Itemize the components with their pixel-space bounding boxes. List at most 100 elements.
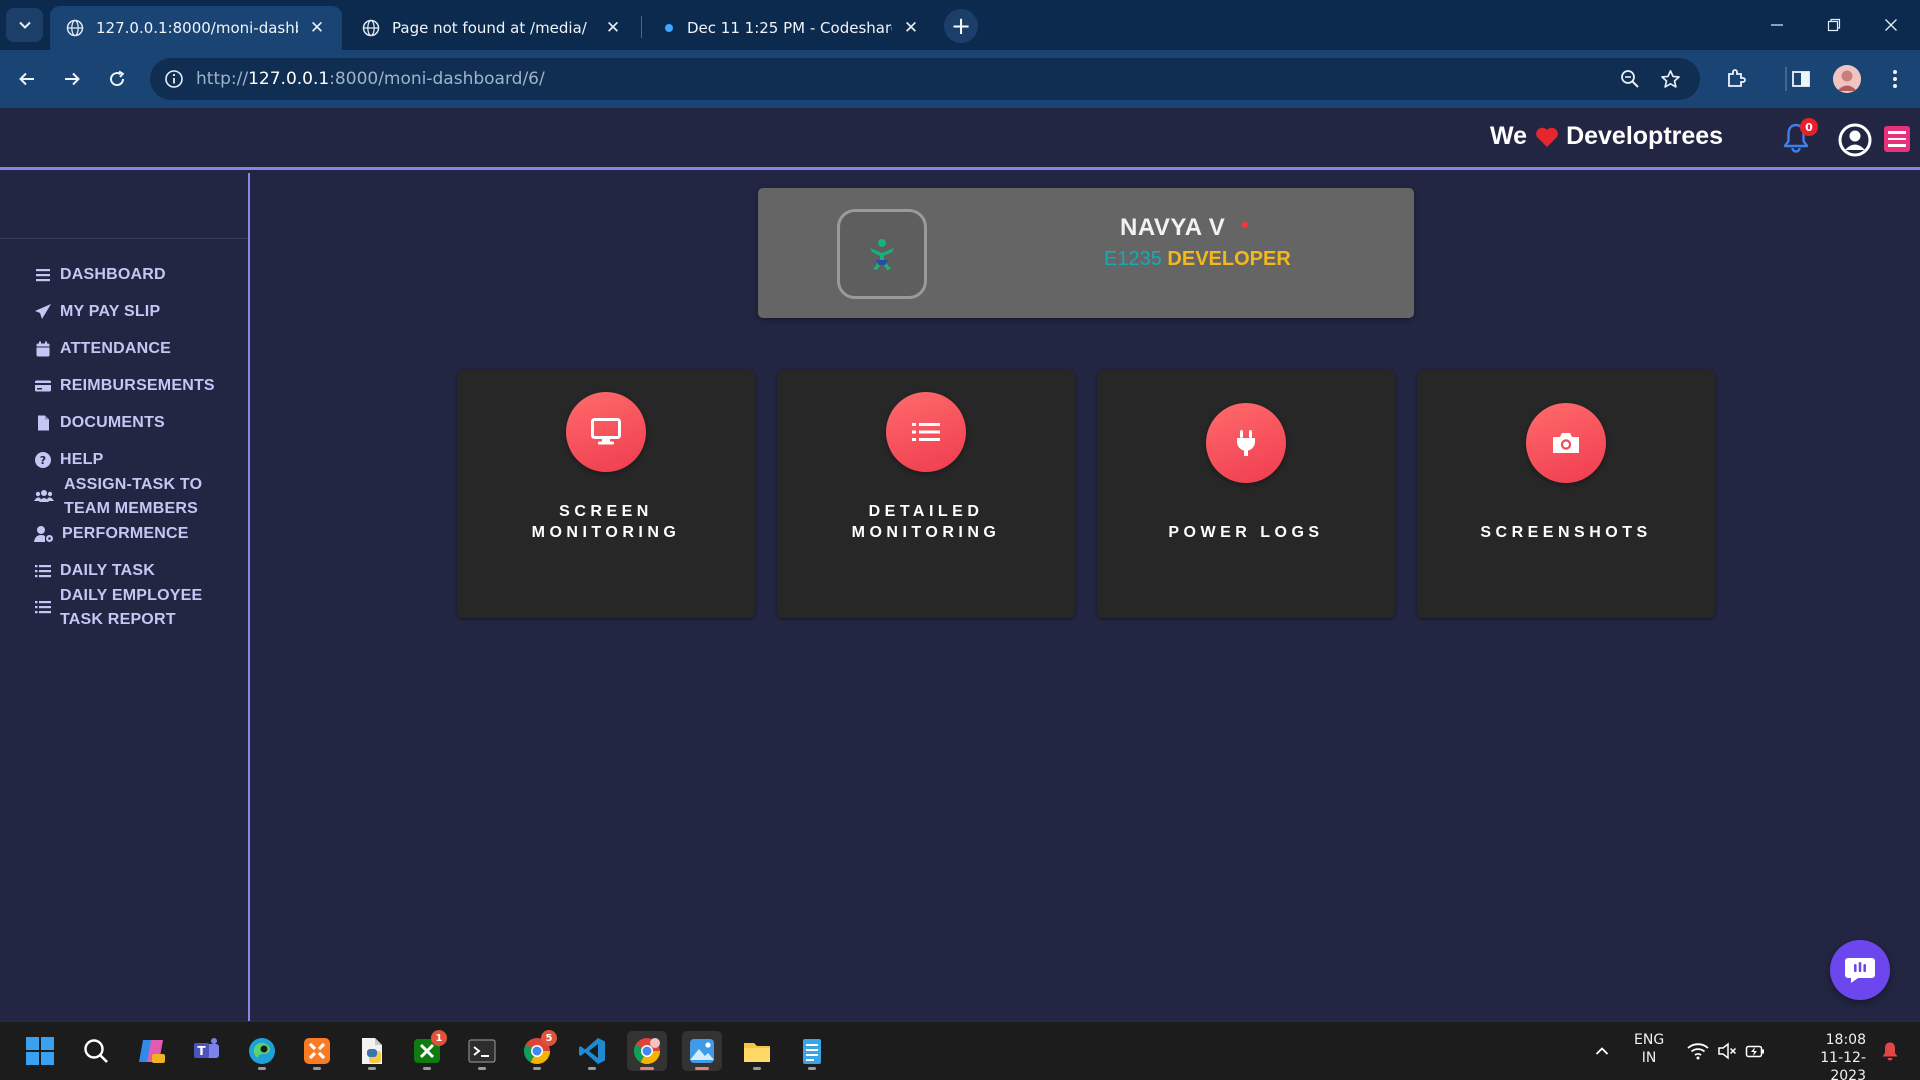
clock[interactable]: 18:08 11-12-2023 xyxy=(1786,1031,1866,1080)
taskbar-edge-app[interactable] xyxy=(242,1031,282,1071)
notification-center-button[interactable] xyxy=(1874,1031,1906,1071)
tab-search-button[interactable] xyxy=(6,8,43,42)
sidebar-item-attendance[interactable]: ATTENDANCE xyxy=(34,337,171,361)
sidebar-item-label: ATTENDANCE xyxy=(60,340,172,357)
employee-avatar xyxy=(837,209,927,299)
minimize-button[interactable] xyxy=(1754,8,1800,42)
running-indicator xyxy=(753,1067,761,1070)
chevron-down-icon xyxy=(18,21,31,29)
screen-monitoring-card[interactable]: SCREEN MONITORING xyxy=(457,370,755,618)
close-window-button[interactable] xyxy=(1868,8,1914,42)
power-logs-card[interactable]: POWER LOGS xyxy=(1097,370,1395,618)
tab-title: Page not found at /media/ xyxy=(392,19,587,37)
taskbar-photos-app[interactable] xyxy=(682,1031,722,1071)
plus-icon: + xyxy=(950,12,972,40)
region-code: IN xyxy=(1641,1050,1657,1066)
taskbar-vscode-app[interactable] xyxy=(572,1031,612,1071)
taskbar-notepad-app[interactable] xyxy=(792,1031,832,1071)
brand-we-text: We xyxy=(1490,122,1528,150)
url-host: 127.0.0.1 xyxy=(248,69,330,89)
browser-profile-avatar[interactable] xyxy=(1833,65,1861,93)
taskbar-teams-app[interactable]: T xyxy=(187,1031,227,1071)
running-indicator xyxy=(695,1067,709,1070)
close-icon xyxy=(1885,19,1897,31)
terminal-icon xyxy=(468,1039,496,1063)
close-icon[interactable]: ✕ xyxy=(900,17,922,39)
browser-tab[interactable]: Page not found at /media/ ✕ xyxy=(346,6,638,50)
taskbar-terminal-app[interactable] xyxy=(462,1031,502,1071)
bookmark-star-icon[interactable] xyxy=(1658,67,1682,91)
chat-button[interactable] xyxy=(1830,940,1890,1000)
windows-logo-icon xyxy=(26,1037,54,1065)
taskbar-search-button[interactable] xyxy=(76,1031,116,1071)
site-info-icon[interactable] xyxy=(162,67,186,91)
url-text[interactable]: http://127.0.0.1:8000/moni-dashboard/6/ xyxy=(196,69,545,89)
card-icon-circle xyxy=(566,392,646,472)
sidebar-item-pay-slip[interactable]: MY PAY SLIP xyxy=(34,300,160,324)
brand-name-text: Developtrees xyxy=(1566,122,1724,150)
bell-icon xyxy=(1882,1042,1898,1061)
taskbar-python-file-app[interactable] xyxy=(352,1031,392,1071)
close-icon[interactable]: ✕ xyxy=(306,17,328,39)
zoom-icon[interactable] xyxy=(1618,67,1642,91)
browser-tab-active[interactable]: 127.0.0.1:8000/moni-dashboard/6/ ✕ xyxy=(50,6,342,50)
sidebar-item-daily-employee-report[interactable]: DAILY EMPLOYEE TASK REPORT xyxy=(34,584,202,632)
show-hidden-icons-button[interactable] xyxy=(1582,1031,1622,1071)
address-bar[interactable]: http://127.0.0.1:8000/moni-dashboard/6/ xyxy=(150,58,1700,100)
chat-bubble-icon xyxy=(1845,958,1875,983)
hamburger-menu-icon[interactable] xyxy=(1884,126,1910,152)
photos-icon xyxy=(690,1039,714,1063)
sidebar-item-reimbursements[interactable]: REIMBURSEMENTS xyxy=(34,374,215,398)
sidebar-item-documents[interactable]: DOCUMENTS xyxy=(34,411,165,435)
detailed-monitoring-card[interactable]: DETAILED MONITORING xyxy=(777,370,1075,618)
credit-card-icon xyxy=(35,380,51,392)
new-tab-button[interactable]: + xyxy=(944,9,978,43)
file-icon xyxy=(38,415,49,431)
taskbar-chrome-app[interactable]: 5 xyxy=(517,1030,557,1071)
restore-button[interactable] xyxy=(1811,8,1857,42)
sidebar-item-help[interactable]: ? HELP xyxy=(34,448,103,472)
windows-taskbar: T 1 5 ENG IN 18:08 11-12-2023 xyxy=(0,1021,1920,1080)
card-icon-circle xyxy=(1526,403,1606,483)
sidebar-item-performence[interactable]: PERFORMENCE xyxy=(34,522,189,546)
taskbar-file-explorer-app[interactable] xyxy=(737,1031,777,1071)
sidebar-item-daily-task[interactable]: DAILY TASK xyxy=(34,559,155,583)
users-icon xyxy=(34,490,54,502)
url-path: :8000/moni-dashboard/6/ xyxy=(329,69,545,89)
wifi-icon xyxy=(1687,1043,1709,1060)
start-button[interactable] xyxy=(20,1031,60,1071)
sidebar-item-label-line2: TEAM MEMBERS xyxy=(64,500,198,517)
sidebar-item-label: DAILY EMPLOYEE xyxy=(60,587,203,604)
url-scheme: http:// xyxy=(196,69,249,89)
taskbar-xbox-app[interactable]: 1 xyxy=(407,1030,447,1071)
extensions-icon[interactable] xyxy=(1719,62,1753,96)
minimize-icon xyxy=(1771,24,1783,26)
language-indicator[interactable]: ENG IN xyxy=(1634,1031,1664,1067)
side-panel-icon[interactable] xyxy=(1784,62,1818,96)
xbox-badge: 1 xyxy=(431,1030,447,1046)
chrome-profile-icon xyxy=(633,1038,661,1065)
brand-title: We Developtrees xyxy=(1490,122,1723,151)
user-account-icon[interactable] xyxy=(1838,123,1872,157)
employee-profile-card: NAVYA V E1235 DEVELOPER xyxy=(758,188,1414,318)
sidebar-item-assign-task[interactable]: ASSIGN-TASK TO TEAM MEMBERS xyxy=(34,473,202,521)
taskbar-copilot-app[interactable] xyxy=(132,1031,172,1071)
sidebar-item-dashboard[interactable]: DASHBOARD xyxy=(34,263,166,287)
screenshots-card[interactable]: SCREENSHOTS xyxy=(1417,370,1715,618)
taskbar-xampp-app[interactable] xyxy=(297,1031,337,1071)
browser-tab-strip: 127.0.0.1:8000/moni-dashboard/6/ ✕ Page … xyxy=(0,0,1920,50)
taskbar-chrome-profile-app[interactable] xyxy=(627,1031,667,1071)
card-title-line1: DETAILED xyxy=(868,503,984,520)
back-button[interactable] xyxy=(10,62,44,96)
browser-menu-icon[interactable] xyxy=(1878,62,1912,96)
reload-button[interactable] xyxy=(100,62,134,96)
browser-tab[interactable]: Dec 11 1:25 PM - Codeshare ✕ xyxy=(644,6,936,50)
sidebar-divider xyxy=(0,238,248,239)
quick-settings-button[interactable] xyxy=(1678,1031,1774,1071)
card-title: SCREENSHOTS xyxy=(1417,522,1715,543)
forward-button[interactable] xyxy=(55,62,89,96)
question-circle-icon: ? xyxy=(35,452,51,468)
running-indicator xyxy=(533,1067,541,1070)
close-icon[interactable]: ✕ xyxy=(602,17,624,39)
employee-id: E1235 xyxy=(1104,248,1162,270)
